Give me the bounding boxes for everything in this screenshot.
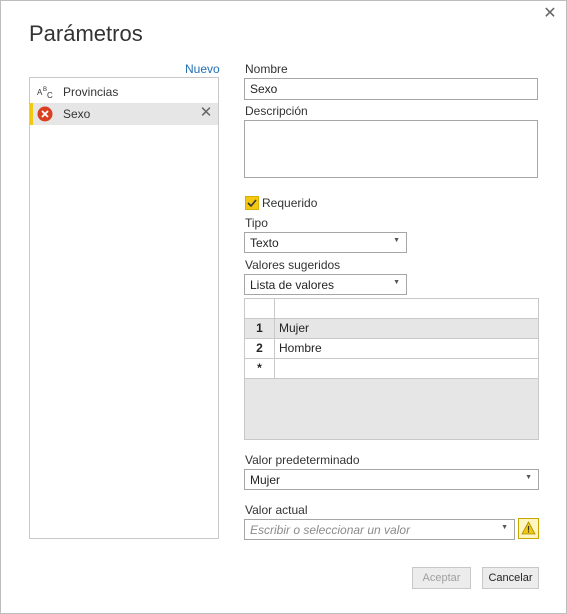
check-icon	[247, 199, 257, 208]
parameters-list: A B C Provincias Sexo ✕	[29, 77, 219, 539]
suggested-values-select[interactable]: Lista de valores ▼	[244, 274, 407, 295]
chevron-down-icon: ▼	[501, 524, 508, 531]
type-label: Tipo	[245, 216, 268, 230]
warning-button[interactable]	[518, 518, 539, 539]
table-row[interactable]: 2 Hombre	[245, 339, 538, 359]
row-number: *	[245, 359, 275, 379]
chevron-down-icon: ▼	[393, 237, 400, 244]
error-icon	[37, 106, 53, 122]
accept-button[interactable]: Aceptar	[412, 567, 471, 589]
name-label: Nombre	[245, 62, 288, 76]
grid-header-row	[245, 299, 538, 319]
row-value-cell[interactable]	[275, 359, 538, 379]
table-row[interactable]: 1 Mujer	[245, 319, 538, 339]
grid-header	[275, 299, 538, 319]
list-item-provincias[interactable]: A B C Provincias	[30, 81, 218, 103]
type-select[interactable]: Texto ▼	[244, 232, 407, 253]
table-row[interactable]: *	[245, 359, 538, 379]
row-number: 1	[245, 319, 275, 339]
name-input[interactable]: Sexo	[244, 78, 538, 100]
suggested-value: Lista de valores	[250, 278, 335, 292]
row-value-cell[interactable]: Mujer	[275, 319, 538, 339]
dialog-title: Parámetros	[29, 21, 143, 46]
svg-text:C: C	[47, 91, 53, 100]
delete-icon[interactable]: ✕	[198, 105, 214, 121]
default-value: Mujer	[250, 473, 281, 487]
row-value	[275, 361, 279, 375]
required-label: Requerido	[262, 196, 318, 210]
close-icon[interactable]: ✕	[542, 6, 558, 22]
name-value: Sexo	[250, 82, 278, 96]
type-value: Texto	[250, 236, 279, 250]
values-grid: 1 Mujer 2 Hombre *	[244, 298, 539, 440]
default-value-select[interactable]: Mujer ▼	[244, 469, 539, 490]
new-parameter-link[interactable]: Nuevo	[185, 62, 220, 76]
suggested-values-label: Valores sugeridos	[245, 258, 341, 272]
row-number: 2	[245, 339, 275, 359]
row-value-cell[interactable]: Hombre	[275, 339, 538, 359]
description-label: Descripción	[245, 104, 308, 118]
text-type-icon: A B C	[37, 87, 53, 100]
grid-corner	[245, 299, 275, 319]
list-item-label: Provincias	[63, 85, 119, 99]
chevron-down-icon: ▼	[393, 279, 400, 286]
parameters-dialog: Parámetros ✕ Nuevo A B C Provincias Sexo…	[0, 0, 567, 614]
row-value: Hombre	[279, 341, 322, 355]
description-input[interactable]	[244, 120, 538, 178]
current-value-label: Valor actual	[245, 503, 308, 517]
cancel-button[interactable]: Cancelar	[482, 567, 539, 589]
list-item-sexo[interactable]: Sexo ✕	[30, 103, 218, 125]
required-checkbox[interactable]	[245, 196, 259, 210]
chevron-down-icon: ▼	[525, 474, 532, 481]
current-value-input[interactable]: Escribir o seleccionar un valor ▼	[244, 519, 515, 540]
row-value: Mujer	[279, 321, 310, 335]
list-item-label: Sexo	[63, 107, 91, 121]
warning-icon	[521, 521, 536, 535]
default-value-label: Valor predeterminado	[245, 453, 360, 467]
current-value-placeholder: Escribir o seleccionar un valor	[250, 523, 411, 537]
